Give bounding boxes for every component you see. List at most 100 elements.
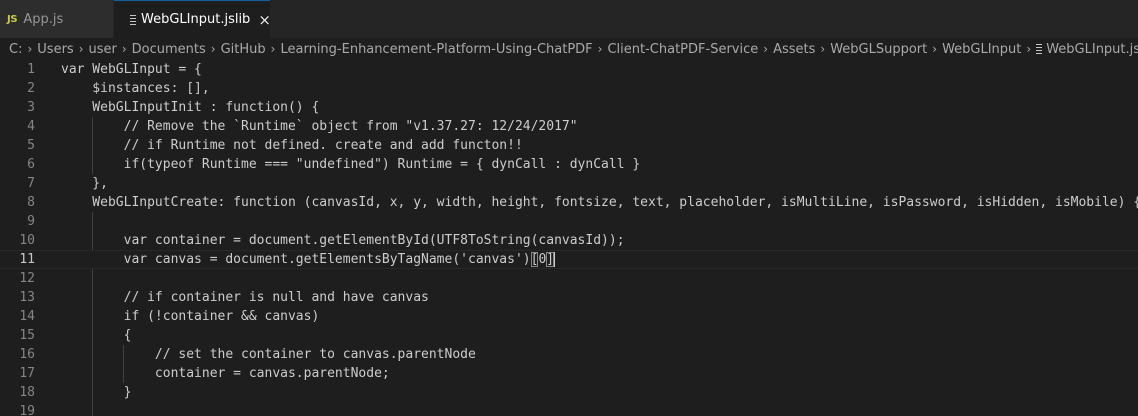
code-content: var WebGLInput = {	[61, 62, 202, 77]
code-text: }	[61, 383, 132, 402]
chevron-right-icon: ›	[78, 42, 84, 56]
code-text: var container = document.getElementById(…	[61, 231, 625, 250]
indent-guide	[92, 402, 93, 416]
code-line[interactable]: 3 WebGLInputInit : function() {	[0, 98, 1138, 117]
line-number: 8	[27, 195, 35, 210]
code-text: // set the container to canvas.parentNod…	[61, 345, 476, 364]
tab-label: App.js	[23, 11, 64, 27]
line-number: 11	[19, 252, 35, 267]
chevron-right-icon: ›	[932, 42, 938, 56]
code-content: // set the container to canvas.parentNod…	[61, 347, 476, 362]
code-content: if(typeof Runtime === "undefined") Runti…	[61, 157, 641, 172]
code-text: var canvas = document.getElementsByTagNa…	[61, 251, 556, 268]
chevron-right-icon: ›	[597, 42, 603, 56]
code-text: // Remove the `Runtime` object from "v1.…	[61, 117, 578, 136]
code-text: // if Runtime not defined. create and ad…	[61, 136, 523, 155]
code-line[interactable]: 13 // if container is null and have canv…	[0, 288, 1138, 307]
line-number: 16	[19, 347, 35, 362]
breadcrumb-item[interactable]: C:	[9, 42, 22, 57]
code-content: // Remove the `Runtime` object from "v1.…	[61, 119, 578, 134]
code-line[interactable]: 6 if(typeof Runtime === "undefined") Run…	[0, 155, 1138, 174]
breadcrumb-item[interactable]: Documents	[132, 42, 206, 57]
code-line[interactable]: 11 var canvas = document.getElementsByTa…	[0, 250, 1138, 269]
code-text: if (!container && canvas)	[61, 307, 320, 326]
code-line[interactable]: 2 $instances: [],	[0, 79, 1138, 98]
code-content: $instances: [],	[61, 81, 210, 96]
code-line[interactable]: 15 {	[0, 326, 1138, 345]
chevron-right-icon: ›	[270, 42, 276, 56]
file-lines-icon	[130, 13, 136, 27]
tab-webglinput-jslib[interactable]: WebGLInput.jslib ×	[114, 0, 271, 38]
line-number: 14	[19, 309, 35, 324]
code-text: // if container is null and have canvas	[61, 288, 429, 307]
breadcrumb-item[interactable]: Client-ChatPDF-Service	[607, 42, 758, 57]
code-line[interactable]: 16 // set the container to canvas.parent…	[0, 345, 1138, 364]
chevron-right-icon: ›	[27, 42, 33, 56]
chevron-right-icon: ›	[210, 42, 216, 56]
code-content: // if Runtime not defined. create and ad…	[61, 138, 523, 153]
breadcrumb-item[interactable]: Users	[37, 42, 73, 57]
breadcrumb-item[interactable]: GitHub	[221, 42, 266, 57]
close-icon[interactable]: ×	[258, 11, 271, 29]
chevron-right-icon: ›	[121, 42, 127, 56]
line-number: 12	[19, 271, 35, 286]
code-text: $instances: [],	[61, 79, 210, 98]
line-number: 6	[27, 157, 35, 172]
code-line[interactable]: 5 // if Runtime not defined. create and …	[0, 136, 1138, 155]
code-text: WebGLInputCreate: function (canvasId, x,…	[61, 193, 1138, 212]
code-line[interactable]: 14 if (!container && canvas)	[0, 307, 1138, 326]
breadcrumb-item[interactable]: user	[89, 42, 117, 57]
code-line[interactable]: 10 var container = document.getElementBy…	[0, 231, 1138, 250]
code-line[interactable]: 1 var WebGLInput = {	[0, 60, 1138, 79]
code-line[interactable]: 17 container = canvas.parentNode;	[0, 364, 1138, 383]
code-line[interactable]: 4 // Remove the `Runtime` object from "v…	[0, 117, 1138, 136]
line-number: 9	[27, 214, 35, 229]
line-number: 15	[19, 328, 35, 343]
indent-guide	[92, 269, 93, 288]
line-number: 17	[19, 366, 35, 381]
code-line[interactable]: 12	[0, 269, 1138, 288]
line-number: 13	[19, 290, 35, 305]
line-number: 10	[19, 233, 35, 248]
code-text: container = canvas.parentNode;	[61, 364, 390, 383]
breadcrumb-item[interactable]: WebGLInput	[942, 42, 1021, 57]
code-content: }	[61, 385, 132, 400]
code-text: {	[61, 326, 132, 345]
code-content: },	[61, 176, 108, 191]
code-line[interactable]: 7 },	[0, 174, 1138, 193]
code-line[interactable]: 8 WebGLInputCreate: function (canvasId, …	[0, 193, 1138, 212]
code-line[interactable]: 9	[0, 212, 1138, 231]
code-content: container = canvas.parentNode;	[61, 366, 390, 381]
code-text: if(typeof Runtime === "undefined") Runti…	[61, 155, 641, 174]
code-line[interactable]: 19	[0, 402, 1138, 416]
code-content: if (!container && canvas)	[61, 309, 320, 324]
line-number: 3	[27, 100, 35, 115]
line-number: 4	[27, 119, 35, 134]
chevron-right-icon: ›	[1026, 42, 1032, 56]
line-number: 18	[19, 385, 35, 400]
line-number: 7	[27, 176, 35, 191]
code-text: var WebGLInput = {	[61, 60, 202, 79]
code-content: // if container is null and have canvas	[61, 290, 429, 305]
breadcrumb-item[interactable]: Learning-Enhancement-Platform-Using-Chat…	[280, 42, 592, 57]
code-line[interactable]: 18 }	[0, 383, 1138, 402]
tab-app-js[interactable]: JS App.js	[0, 0, 114, 38]
code-content: WebGLInputCreate: function (canvasId, x,…	[61, 195, 1138, 210]
indent-guide	[92, 212, 93, 231]
code-content: {	[61, 328, 132, 343]
breadcrumb-item[interactable]: WebGLSupport	[830, 42, 927, 57]
bracket-match-close: ]	[546, 252, 555, 267]
breadcrumb-file[interactable]: WebGLInput.jslib	[1046, 42, 1138, 57]
line-number: 2	[27, 81, 35, 96]
code-editor[interactable]: 1 var WebGLInput = {2 $instances: [], 3 We…	[0, 60, 1138, 416]
tab-label: WebGLInput.jslib	[141, 12, 251, 27]
tab-bar: JS App.js WebGLInput.jslib ×	[0, 0, 1138, 38]
chevron-right-icon: ›	[763, 42, 769, 56]
text-cursor	[554, 252, 556, 267]
breadcrumb-item[interactable]: Assets	[773, 42, 815, 57]
line-number: 5	[27, 138, 35, 153]
javascript-file-icon: JS	[7, 13, 18, 25]
code-content: WebGLInputInit : function() {	[61, 100, 320, 115]
code-content: var canvas = document.getElementsByTagNa…	[61, 252, 531, 267]
file-lines-icon	[1036, 42, 1043, 56]
